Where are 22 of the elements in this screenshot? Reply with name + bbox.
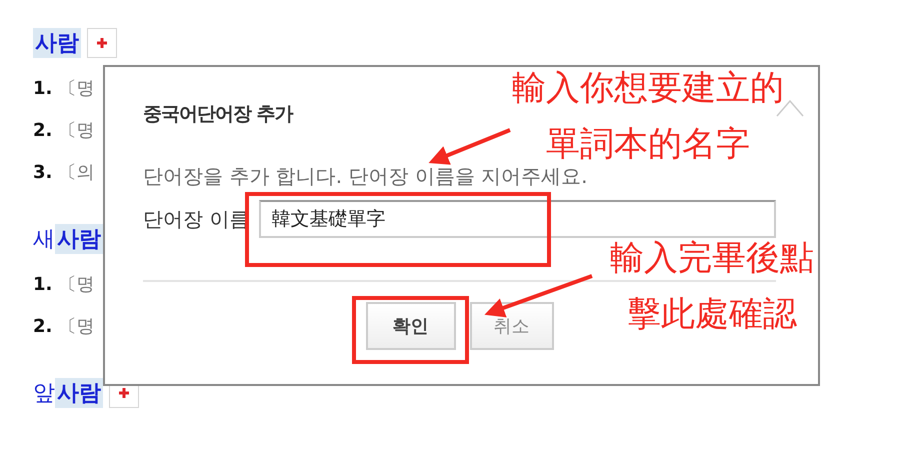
sense-text: 〔명	[58, 119, 94, 142]
sense-number: 2.	[33, 316, 52, 336]
annotation-text: 單詞本的名字	[545, 123, 751, 166]
sense-number: 1.	[33, 274, 52, 294]
headword[interactable]: 사람	[33, 28, 81, 58]
plus-icon	[119, 388, 129, 398]
confirm-button[interactable]: 확인	[366, 302, 456, 350]
annotation-text: 擊此處確認	[626, 293, 798, 336]
plus-icon	[97, 38, 107, 48]
sense-text: 〔명	[58, 77, 94, 100]
add-button[interactable]	[87, 28, 117, 58]
name-field[interactable]: 韓文基礎單字	[259, 200, 776, 238]
annotation-text: 輸入你想要建立的	[512, 67, 784, 110]
sense-text: 〔의	[58, 161, 94, 184]
sense-number: 2.	[33, 120, 52, 140]
sense-number: 1.	[33, 78, 52, 98]
sense-text: 〔명	[58, 273, 94, 296]
dialog-title: 중국어단어장 추가	[143, 102, 294, 127]
annotation-text: 輸入完畢後點	[610, 237, 814, 280]
sense-number: 3.	[33, 162, 52, 182]
sense-text: 〔명	[58, 315, 94, 338]
dialog-description: 단어장을 추가 합니다. 단어장 이름을 지어주세요.	[143, 163, 589, 190]
